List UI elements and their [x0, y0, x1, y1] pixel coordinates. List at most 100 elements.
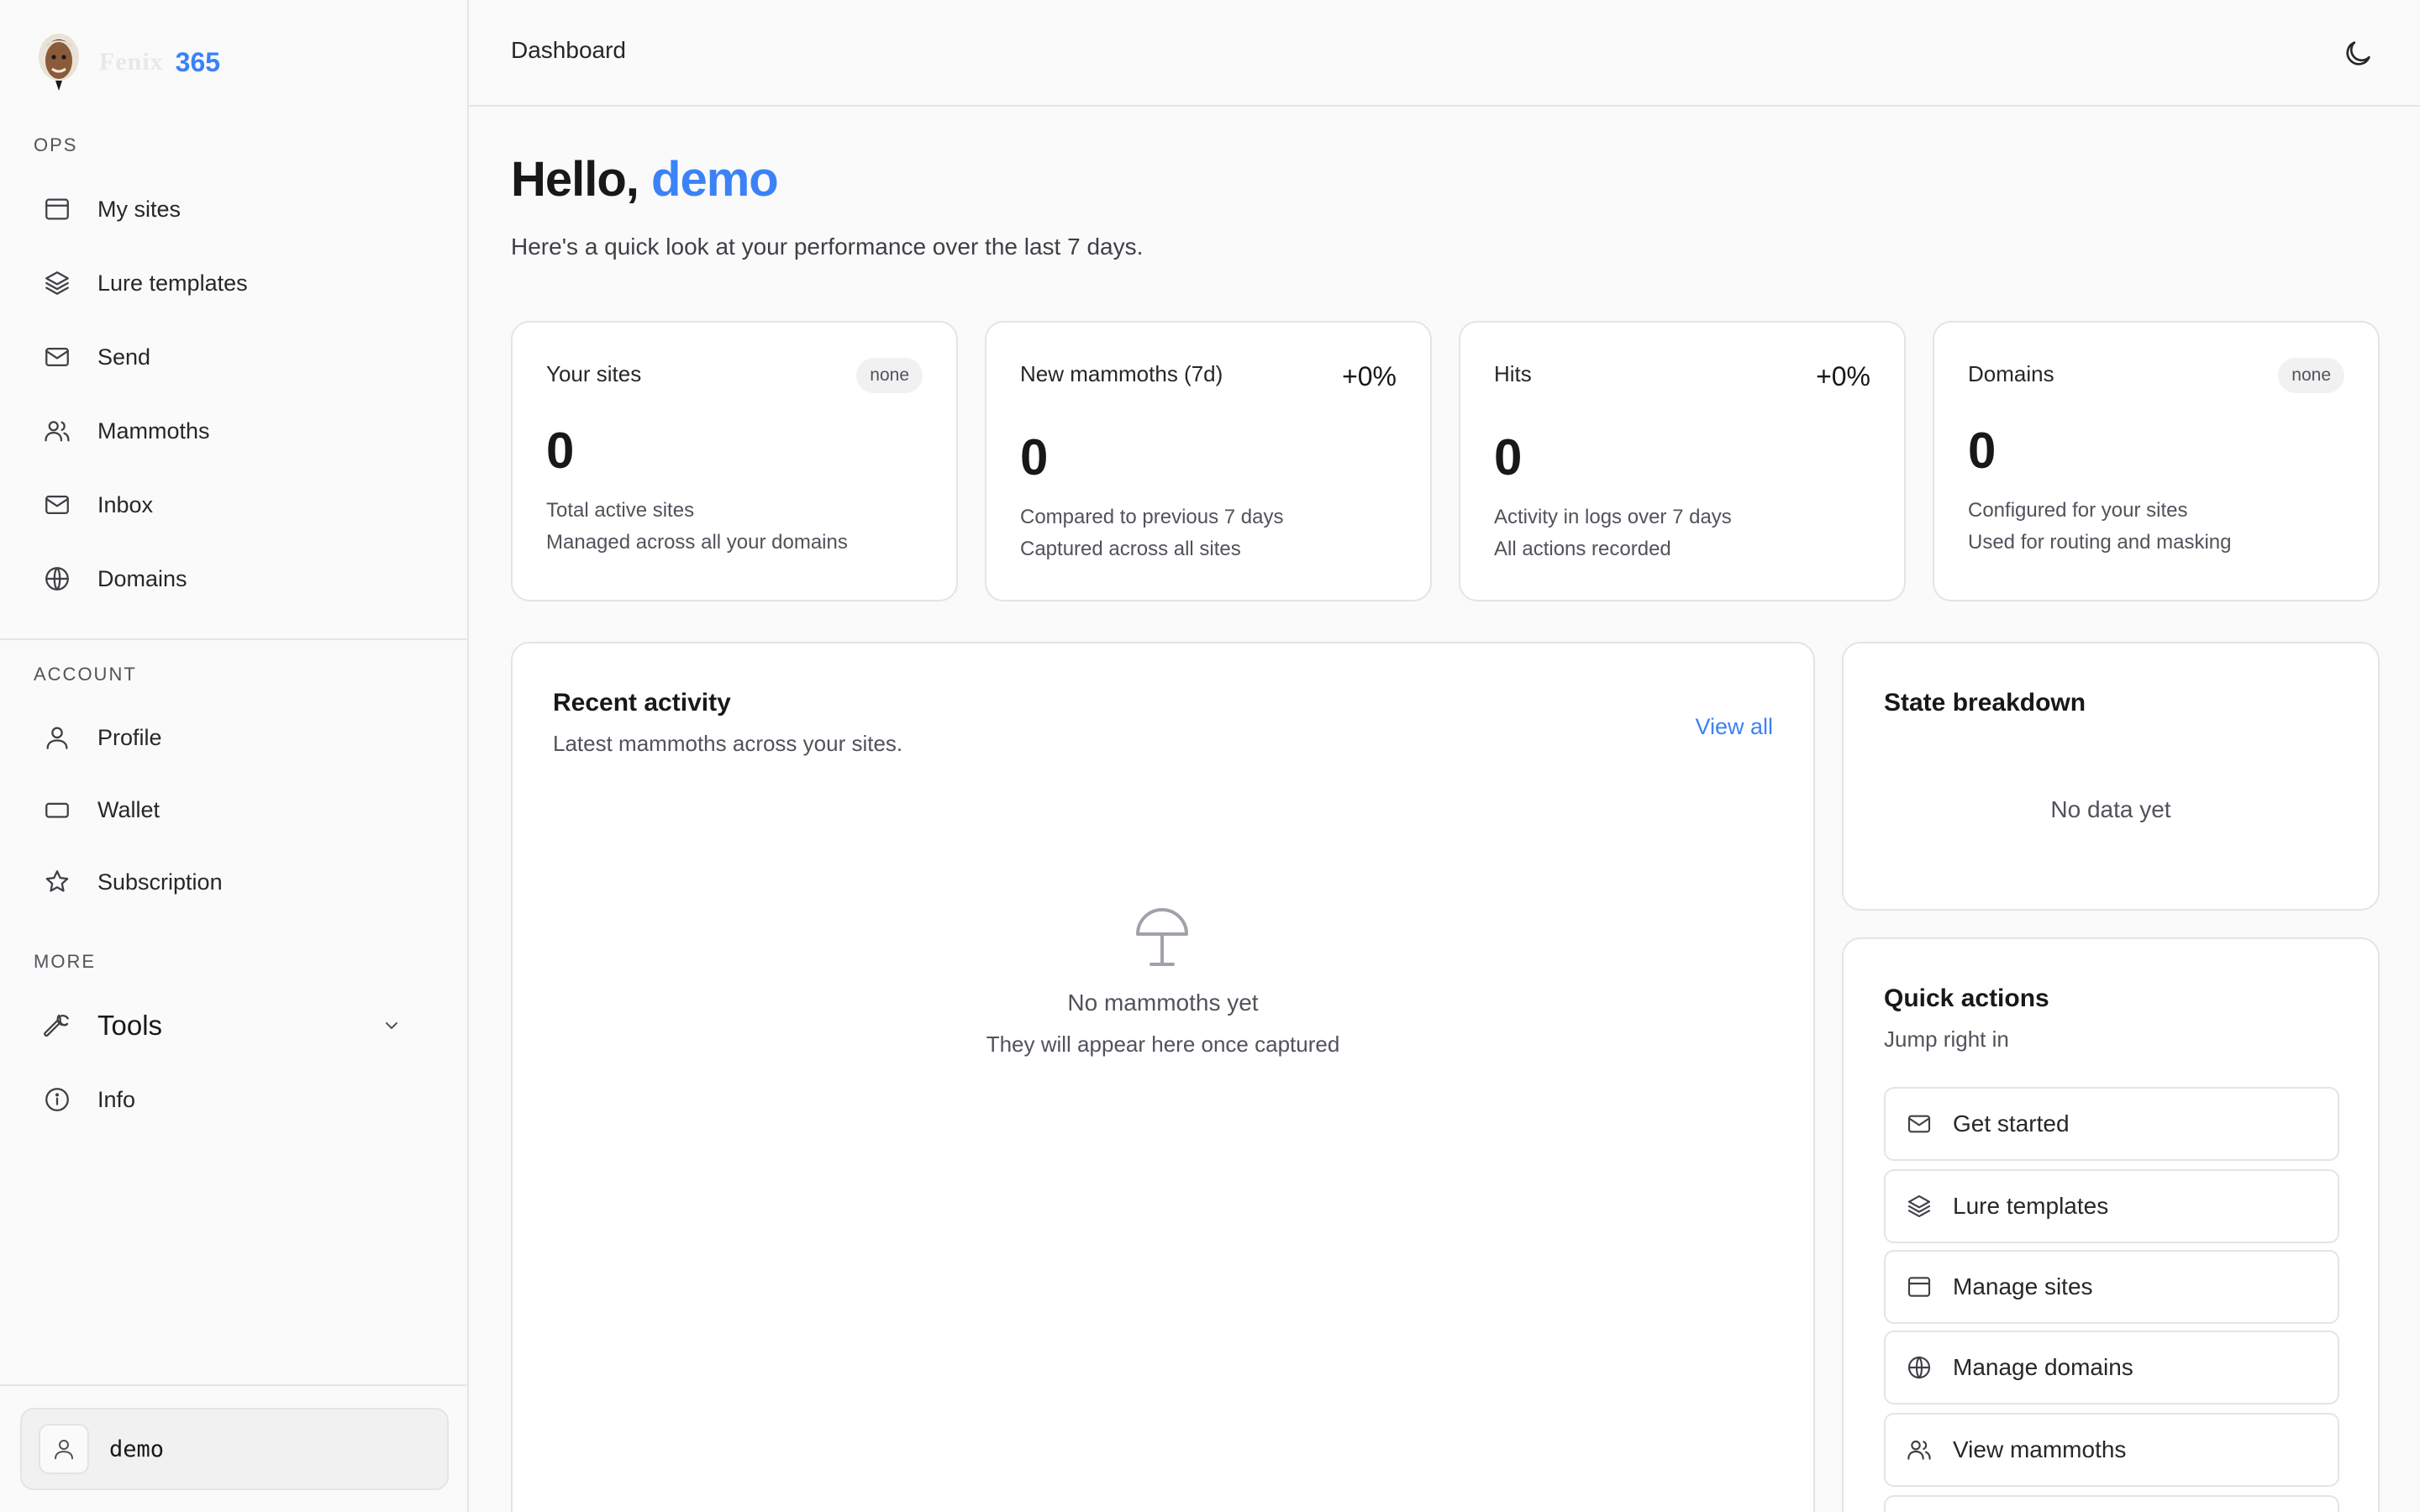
star-icon: [42, 867, 72, 897]
state-breakdown-card: State breakdown No data yet: [1842, 642, 2380, 911]
brand-name: Fenix: [99, 48, 164, 76]
layers-icon: [42, 268, 72, 298]
empty-state-title: No mammoths yet: [1067, 990, 1259, 1016]
page-subtitle: Here's a quick look at your performance …: [511, 234, 1144, 260]
view-mammoths-button[interactable]: View mammoths: [1884, 1413, 2339, 1487]
page-title: Hello, demo: [511, 151, 779, 207]
wallet-icon: [42, 795, 72, 825]
user-icon: [55, 1440, 73, 1460]
users-icon: [42, 416, 72, 446]
info-icon: [42, 1084, 72, 1115]
stat-card-new-mammoths: New mammoths (7d) +0% 0 Compared to prev…: [985, 321, 1432, 601]
stat-card-hits: Hits +0% 0 Activity in logs over 7 days …: [1459, 321, 1906, 601]
user-icon: [42, 722, 72, 753]
empty-state-subtitle: They will appear here once captured: [986, 1032, 1340, 1057]
user-name: demo: [109, 1436, 165, 1462]
card-title: State breakdown: [1884, 689, 2086, 717]
browser-window-icon: [1906, 1273, 1933, 1300]
sidebar-item-mammoths[interactable]: Mammoths: [34, 401, 435, 461]
section-label-more: MORE: [34, 951, 96, 972]
sidebar-item-my-sites[interactable]: My sites: [34, 179, 435, 239]
sidebar-item-label: Profile: [97, 724, 162, 750]
stat-title: Hits: [1494, 361, 1532, 386]
globe-icon: [1906, 1354, 1933, 1381]
stat-value: 0: [1968, 423, 1996, 479]
moon-icon[interactable]: [2341, 37, 2375, 71]
mail-icon: [42, 490, 72, 520]
user-menu[interactable]: demo: [20, 1408, 449, 1490]
chevron-down-icon[interactable]: [381, 1016, 402, 1036]
greeting-user: demo: [651, 152, 779, 207]
sidebar-item-label: Inbox: [97, 491, 154, 517]
get-started-button[interactable]: Get started: [1884, 1087, 2339, 1161]
button-label: Lure templates: [1953, 1193, 2109, 1219]
lamp-icon: [1134, 904, 1190, 971]
manage-sites-button[interactable]: Manage sites: [1884, 1250, 2339, 1324]
mail-icon: [42, 342, 72, 372]
button-label: Manage domains: [1953, 1354, 2133, 1380]
sidebar-item-info[interactable]: Info: [34, 1069, 435, 1130]
section-label-ops: OPS: [34, 134, 78, 155]
greeting-prefix: Hello,: [511, 152, 639, 207]
stat-description: Activity in logs over 7 days: [1494, 506, 1732, 528]
view-all-link[interactable]: View all: [1695, 714, 1773, 740]
sidebar-item-subscription[interactable]: Subscription: [34, 852, 435, 912]
top-bar: Dashboard: [469, 0, 2420, 107]
sidebar-item-label: Send: [97, 344, 151, 370]
sidebar-item-inbox[interactable]: Inbox: [34, 475, 435, 535]
sidebar-item-tools[interactable]: Tools: [34, 995, 435, 1056]
lure-templates-button[interactable]: Lure templates: [1884, 1169, 2339, 1243]
wrench-icon: [42, 1011, 72, 1041]
manage-domains-button[interactable]: Manage domains: [1884, 1331, 2339, 1404]
sidebar-item-wallet[interactable]: Wallet: [34, 780, 435, 840]
globe-icon: [42, 564, 72, 594]
sidebar-divider: [0, 638, 469, 640]
card-title: Quick actions: [1884, 984, 2049, 1012]
sidebar-item-profile[interactable]: Profile: [34, 707, 435, 768]
status-badge: none: [856, 358, 923, 393]
stat-card-domains: Domains none 0 Configured for your sites…: [1933, 321, 2380, 601]
breadcrumb: Dashboard: [511, 37, 626, 63]
stat-value: 0: [1494, 429, 1523, 486]
card-subtitle: Latest mammoths across your sites.: [553, 731, 903, 756]
sidebar-item-label: Wallet: [97, 796, 160, 822]
stat-value: 0: [546, 423, 575, 479]
stat-delta: +0%: [1342, 361, 1397, 391]
stat-title: Domains: [1968, 361, 2054, 386]
button-label: Manage sites: [1953, 1273, 2093, 1299]
brand-number: 365: [175, 46, 221, 77]
stat-delta: +0%: [1816, 361, 1870, 391]
mail-icon: [1906, 1110, 1933, 1137]
sidebar-item-lure-templates[interactable]: Lure templates: [34, 253, 435, 313]
recent-activity-card: Recent activity Latest mammoths across y…: [511, 642, 1815, 1512]
stat-description: All actions recorded: [1494, 538, 1671, 560]
brand-logo[interactable]: Fenix 365: [34, 29, 220, 96]
stat-title: New mammoths (7d): [1020, 361, 1223, 386]
sidebar-item-label: Tools: [97, 1010, 163, 1041]
sidebar-item-domains[interactable]: Domains: [34, 549, 435, 609]
quick-actions-card: Quick actions Jump right in Get started …: [1842, 937, 2380, 1512]
button-label: View mammoths: [1953, 1436, 2127, 1462]
sidebar-divider: [0, 1384, 469, 1386]
sidebar-item-label: My sites: [97, 196, 182, 222]
stat-title: Your sites: [546, 361, 642, 386]
empty-state-text: No data yet: [2050, 796, 2171, 822]
quick-action-button[interactable]: [1884, 1495, 2339, 1512]
stat-description: Captured across all sites: [1020, 538, 1241, 560]
stat-description: Managed across all your domains: [546, 531, 848, 554]
sidebar-item-label: Mammoths: [97, 417, 210, 444]
stat-description: Used for routing and masking: [1968, 531, 2232, 554]
layers-icon: [1906, 1193, 1933, 1220]
browser-window-icon: [42, 194, 72, 224]
button-label: Get started: [1953, 1110, 2070, 1137]
sidebar-item-label: Domains: [97, 565, 187, 591]
avatar: [39, 1424, 89, 1474]
brand-avatar-icon: [34, 29, 84, 96]
sidebar: Fenix 365 OPS My sites Lure templates Se…: [0, 0, 469, 1512]
sidebar-item-label: Subscription: [97, 869, 223, 895]
section-label-account: ACCOUNT: [34, 664, 137, 685]
stat-value: 0: [1020, 429, 1049, 486]
sidebar-item-send[interactable]: Send: [34, 327, 435, 387]
stat-description: Total active sites: [546, 499, 695, 522]
sidebar-item-label: Lure templates: [97, 270, 248, 296]
